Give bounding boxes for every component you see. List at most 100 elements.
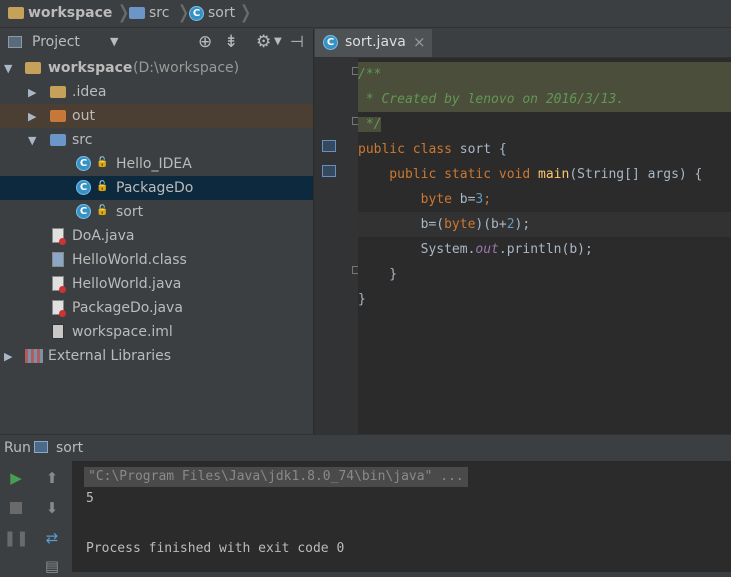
down-arrow-icon[interactable]: ⬇ xyxy=(41,497,63,519)
tree-item-label: DoA.java xyxy=(72,228,135,244)
code-line: } xyxy=(358,262,731,287)
lock-icon: 🔓 xyxy=(96,205,109,216)
project-tree: ▼ workspace (D:\workspace) ▶ .idea ▶ out… xyxy=(0,56,313,434)
run-class-icon[interactable] xyxy=(322,140,336,152)
code-keyword: public static void xyxy=(358,167,539,182)
code-line-current: b=(byte)(b+2); xyxy=(358,212,731,237)
code-text: ); xyxy=(514,217,531,232)
class-icon: C xyxy=(189,5,204,21)
tree-item-helloworld-java[interactable]: HelloWorld.java xyxy=(0,272,313,296)
code-text: } xyxy=(358,267,398,282)
lock-icon: 🔓 xyxy=(96,157,109,168)
breadcrumb-src[interactable]: src xyxy=(129,3,169,23)
tree-item-helloworld-class[interactable]: HelloWorld.class xyxy=(0,248,313,272)
module-folder-icon xyxy=(25,62,41,74)
code-text: .println(b); xyxy=(498,242,593,257)
tree-item-idea[interactable]: ▶ .idea xyxy=(0,80,313,104)
tree-item-src[interactable]: ▼ src xyxy=(0,128,313,152)
close-icon[interactable]: × xyxy=(413,33,426,51)
collapsed-arrow-icon[interactable]: ▶ xyxy=(28,86,36,99)
code-line: public class sort { xyxy=(358,137,731,162)
collapsed-arrow-icon[interactable]: ▶ xyxy=(4,350,12,363)
tree-item-label: src xyxy=(72,132,93,148)
tree-item-workspace[interactable]: ▼ workspace (D:\workspace) xyxy=(0,56,313,80)
tree-item-path: (D:\workspace) xyxy=(133,60,240,76)
tree-item-label: HelloWorld.java xyxy=(72,276,182,292)
up-arrow-icon[interactable]: ⬆ xyxy=(41,467,63,489)
project-view-selector[interactable]: Project xyxy=(32,34,80,50)
code-line: } xyxy=(358,287,731,312)
tree-item-packagedo[interactable]: C 🔓 PackageDo xyxy=(0,176,313,200)
breadcrumb-root[interactable]: workspace xyxy=(8,3,112,23)
collapsed-arrow-icon[interactable]: ▶ xyxy=(28,110,36,123)
source-folder-icon xyxy=(50,134,66,146)
rerun-icon[interactable]: ▶ xyxy=(5,467,27,489)
tree-item-label: sort xyxy=(116,204,144,220)
tree-item-packagedo-java[interactable]: PackageDo.java xyxy=(0,296,313,320)
tree-item-doa-java[interactable]: DoA.java xyxy=(0,224,313,248)
project-icon xyxy=(8,36,22,48)
code-comment: /** xyxy=(358,67,382,82)
code-comment: */ xyxy=(358,117,382,132)
run-toolbar: ▶ ❚❚ ⬆ ⬇ ⇄ ▤ xyxy=(0,461,72,575)
code-keyword: byte xyxy=(358,192,460,207)
code-line: * Created by lenovo on 2016/3/13. xyxy=(358,87,731,112)
run-config-tab[interactable]: sort xyxy=(56,440,83,456)
code-number: 2 xyxy=(506,217,515,232)
code-comment: * Created by lenovo on 2016/3/13. xyxy=(358,92,625,107)
class-icon: C xyxy=(76,204,91,219)
pause-icon[interactable]: ❚❚ xyxy=(3,527,28,549)
chevron-down-icon[interactable]: ▼ xyxy=(274,36,282,47)
console-exit-message: Process finished with exit code 0 xyxy=(86,541,345,556)
console-command-line[interactable]: "C:\Program Files\Java\jdk1.8.0_74\bin\j… xyxy=(84,467,468,487)
tab-label: sort.java xyxy=(345,34,406,50)
error-badge-icon xyxy=(59,310,66,317)
print-icon[interactable]: ▤ xyxy=(41,555,63,577)
code-keyword: public class xyxy=(358,142,460,157)
code-text: } xyxy=(358,292,366,307)
breadcrumb-src-label: src xyxy=(149,5,170,21)
tree-item-external-libraries[interactable]: ▶ External Libraries xyxy=(0,344,313,368)
run-console[interactable]: "C:\Program Files\Java\jdk1.8.0_74\bin\j… xyxy=(72,461,731,572)
chevron-right-icon: ❭ xyxy=(238,2,254,23)
code-keyword: byte xyxy=(444,217,476,232)
editor-gutter[interactable] xyxy=(314,58,360,434)
tree-item-hello-idea[interactable]: C 🔓 Hello_IDEA xyxy=(0,152,313,176)
tree-item-out[interactable]: ▶ out xyxy=(0,104,313,128)
breadcrumb-file[interactable]: C sort xyxy=(189,3,235,23)
locate-icon[interactable]: ⊕ xyxy=(198,32,212,52)
soft-wrap-icon[interactable]: ⇄ xyxy=(41,527,63,549)
run-config-icon xyxy=(34,441,48,453)
editor-tab-bar: C sort.java × xyxy=(314,29,731,58)
code-line: public static void main(String[] args) { xyxy=(358,162,731,187)
tab-sort-java[interactable]: C sort.java × xyxy=(315,29,432,57)
code-text: b= xyxy=(459,192,476,207)
tree-item-label: workspace.iml xyxy=(72,324,173,340)
tree-item-label: .idea xyxy=(72,84,107,100)
code-line: byte b=3; xyxy=(358,187,731,212)
class-icon: C xyxy=(76,156,91,171)
tree-item-label: PackageDo.java xyxy=(72,300,183,316)
tree-item-label: Hello_IDEA xyxy=(116,156,192,172)
code-text: System. xyxy=(358,242,476,257)
expanded-arrow-icon[interactable]: ▼ xyxy=(28,134,36,147)
run-method-icon[interactable] xyxy=(322,165,336,177)
tree-item-label: External Libraries xyxy=(48,348,171,364)
breadcrumb-root-label: workspace xyxy=(28,5,113,21)
stop-icon[interactable] xyxy=(5,497,27,519)
gear-icon[interactable]: ⚙ xyxy=(256,32,271,52)
error-badge-icon xyxy=(59,286,66,293)
code-editor[interactable]: /** * Created by lenovo on 2016/3/13. */… xyxy=(358,58,731,434)
folder-icon xyxy=(50,86,66,98)
code-text: ; xyxy=(483,192,492,207)
code-text: )(b+ xyxy=(475,217,507,232)
tree-item-sort[interactable]: C 🔓 sort xyxy=(0,200,313,224)
tree-item-workspace-iml[interactable]: workspace.iml xyxy=(0,320,313,344)
class-icon: C xyxy=(76,180,91,195)
code-text: sort { xyxy=(459,142,507,157)
hide-panel-icon[interactable]: ⊣ xyxy=(290,32,304,51)
code-line: */ xyxy=(358,112,731,137)
collapse-all-icon[interactable]: ⇟ xyxy=(224,32,238,52)
chevron-down-icon[interactable]: ▼ xyxy=(110,35,118,48)
expanded-arrow-icon[interactable]: ▼ xyxy=(4,62,12,75)
